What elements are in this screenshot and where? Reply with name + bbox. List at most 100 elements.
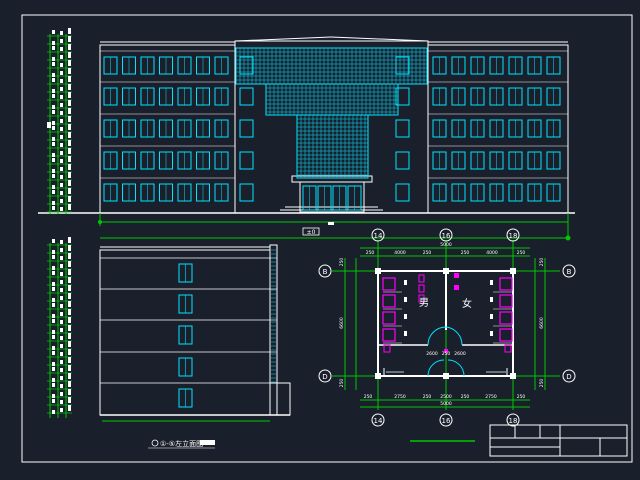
dim-text-mark [52,57,55,61]
dim-text-mark [52,62,55,66]
dimension-text: 250 [539,379,545,388]
dim-text-mark [52,142,55,146]
dim-text-mark [60,175,63,179]
fixture [454,273,459,278]
dim-text-mark [68,28,71,34]
dim-text-mark [60,400,63,404]
axis-label: 18 [509,232,518,240]
dim-text-mark [60,392,63,396]
dim-text-mark [68,405,71,411]
stall-door-mark [404,314,407,319]
dim-text-mark [52,206,55,210]
dim-text-mark [60,256,63,260]
dimension-text: 250 [423,250,432,256]
dim-text-mark [52,121,55,125]
dimension-text: 250 [539,258,545,267]
dim-text-mark [60,248,63,252]
dim-text-mark [68,237,71,243]
dimension-text: 2600 [454,351,466,357]
dim-text-mark [60,167,63,171]
dim-text-mark [52,174,55,178]
axis-label: 16 [442,232,451,240]
dim-text-mark [60,328,63,332]
dim-text-mark [68,108,71,114]
stall-door-mark [490,297,493,302]
dim-text-mark [68,285,71,291]
dim-text-mark [60,79,63,83]
dim-text-mark [52,378,55,382]
dim-text-mark [68,341,71,347]
dim-text-mark [68,84,71,90]
side-elevation-title-text: ①-⑤左立面图 [160,439,203,448]
axis-label-block [328,222,334,225]
dim-text-mark [68,188,71,194]
room-label-male: 男 [419,297,429,309]
dim-text-mark [68,317,71,323]
dim-text-mark [68,44,71,50]
column-marker [443,268,449,274]
dim-text-mark [60,103,63,107]
dim-text-mark [52,303,55,307]
dim-text-mark [52,30,55,34]
dim-text-mark [68,52,71,58]
stall-door-mark [490,331,493,336]
dim-text-mark [60,352,63,356]
dim-text-mark [52,153,55,157]
dim-text-mark [52,89,55,93]
axis-label: 16 [442,417,451,425]
dimension-text: 6600 [539,317,545,329]
dim-text-mark [68,381,71,387]
dim-text-mark [52,287,55,291]
dim-text-mark [68,60,71,66]
dim-text-mark [68,261,71,267]
dim-text-mark [52,201,55,205]
column-marker [375,373,381,379]
dim-text-mark [68,180,71,186]
dim-text-mark [68,204,71,210]
stall-door-mark [404,280,407,285]
dimension-text: 2500 [440,394,452,400]
dim-text-mark [60,127,63,131]
dim-text-mark [60,55,63,59]
dim-text-mark [68,373,71,379]
dim-text-mark [60,71,63,75]
dim-text-mark [68,92,71,98]
dimension-text: 2750 [485,394,497,400]
dim-text-mark [52,335,55,339]
dim-text-mark [60,272,63,276]
stall-door-mark [404,297,407,302]
dim-text-mark [52,271,55,275]
dim-text-mark [52,362,55,366]
dim-text-mark [68,365,71,371]
dim-text-mark [52,410,55,414]
dim-text-mark [68,309,71,315]
dim-text-mark [68,68,71,74]
dim-text-mark [68,36,71,42]
dim-text-mark [60,47,63,51]
dim-text-mark [60,304,63,308]
dim-text-mark [52,298,55,302]
dim-text-mark [52,78,55,82]
dim-text-mark [68,196,71,202]
stall-door-mark [490,314,493,319]
dim-text-mark [52,126,55,130]
dim-text-mark [68,293,71,299]
dim-text-mark [68,269,71,275]
dim-text-mark [60,240,63,244]
dim-text-mark [60,111,63,115]
dim-text-mark [60,31,63,35]
dim-text-mark [60,87,63,91]
dim-text-mark [60,336,63,340]
dim-text-mark [68,357,71,363]
dim-text-mark [60,376,63,380]
dim-text-mark [52,282,55,286]
dimension-text: 5000 [440,401,452,407]
axis-label: 14 [374,232,383,240]
dim-text-mark [68,245,71,251]
dimension-text: 250 [364,394,373,400]
dim-text-mark [68,140,71,146]
dim-text-mark [52,190,55,194]
dim-text-mark [60,344,63,348]
dim-text-mark [60,360,63,364]
dimension-text: 250 [517,394,526,400]
